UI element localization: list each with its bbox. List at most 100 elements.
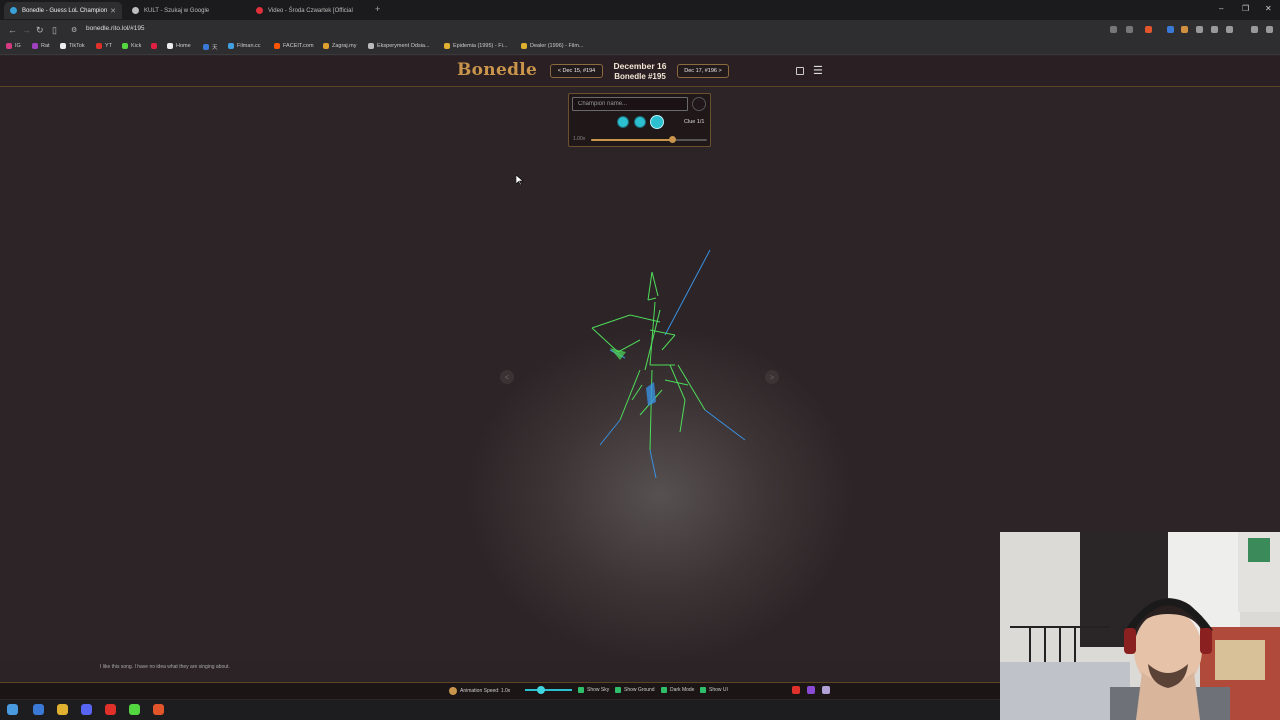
submit-guess-button[interactable]	[692, 97, 706, 111]
bone	[651, 271, 659, 297]
show-sky-toggle[interactable]: Show Sky	[578, 687, 609, 693]
speed-slider-thumb[interactable]	[669, 136, 676, 143]
bookmark-page-icon[interactable]: ▯	[52, 25, 57, 35]
webcam-image	[1000, 532, 1280, 720]
brave-taskbar-icon[interactable]	[153, 704, 164, 715]
bone	[664, 249, 711, 336]
window-close-icon[interactable]: ✕	[1265, 4, 1272, 13]
chrome-icon[interactable]	[57, 704, 68, 715]
extensions-icon[interactable]	[1196, 26, 1203, 33]
webcam-feed	[1000, 532, 1280, 720]
animation-speed-thumb[interactable]	[537, 686, 545, 694]
youtube-icon[interactable]	[792, 686, 800, 694]
browser-menu-icon[interactable]	[1266, 26, 1273, 33]
chat-overlay: I like this song. I have no idea what th…	[0, 662, 1000, 682]
grid-icon[interactable]	[796, 67, 804, 75]
clue-dot-1[interactable]	[617, 116, 629, 128]
google-favicon-icon	[132, 7, 139, 14]
reload-icon[interactable]: ↻	[36, 25, 44, 35]
restore-icon[interactable]: ❐	[1242, 4, 1249, 13]
bookmark-epidemia[interactable]: Epidemia (1995) - Fi...	[444, 43, 507, 49]
bookmark-home[interactable]: Home	[167, 43, 191, 49]
rotate-left-button[interactable]: <	[500, 370, 514, 384]
new-tab-button[interactable]: +	[375, 4, 380, 14]
bookmark-faceit[interactable]: FACEIT.com	[274, 43, 314, 49]
tab-google-search[interactable]: KULT - Szukaj w Google	[126, 2, 246, 19]
prev-day-button[interactable]: < Dec 15, #194	[550, 64, 603, 78]
tiktok-icon	[60, 43, 66, 49]
address-bar[interactable]: bonedle.rito.lol/#195	[86, 25, 145, 32]
site-info-icon[interactable]: ⚙	[71, 26, 77, 36]
checkbox-checked-icon	[661, 687, 667, 693]
bookmark-rat[interactable]: Rat	[32, 43, 50, 49]
checkbox-checked-icon	[578, 687, 584, 693]
twitch-icon[interactable]	[807, 686, 815, 694]
champion-skeleton-model[interactable]	[580, 240, 760, 490]
forward-icon[interactable]: →	[22, 25, 31, 35]
film-icon	[521, 43, 527, 49]
tab-bonedle[interactable]: Bonedle - Guess LoL Champion ✕	[4, 2, 122, 19]
hamburger-menu-icon[interactable]: ☰	[813, 66, 823, 77]
close-tab-icon[interactable]: ✕	[110, 7, 116, 15]
back-icon[interactable]: ←	[8, 25, 17, 35]
tab-youtube-video[interactable]: Video - Środa Czwartek [Official	[250, 2, 368, 19]
bone	[649, 449, 657, 479]
checkbox-checked-icon	[615, 687, 621, 693]
checkbox-checked-icon	[700, 687, 706, 693]
red-bookmark-icon	[151, 43, 157, 49]
bookmark-red[interactable]	[151, 43, 160, 49]
minimize-icon[interactable]: –	[1219, 4, 1223, 13]
youtube-favicon-icon	[256, 7, 263, 14]
tian-icon	[203, 44, 209, 50]
browser-tab-bar: Bonedle - Guess LoL Champion ✕ KULT - Sz…	[0, 0, 1280, 20]
bookmark-zagraj[interactable]: Zagraj.my	[323, 43, 356, 49]
show-ground-toggle[interactable]: Show Ground	[615, 687, 655, 693]
bookmark-filman[interactable]: Filman.cc	[228, 43, 261, 49]
tab-title: Bonedle - Guess LoL Champion	[22, 7, 108, 14]
clue-counter: Clue 1/1	[684, 119, 705, 125]
puzzle-number: Bonedle #195	[614, 72, 666, 81]
clue-dot-3[interactable]	[650, 115, 664, 129]
taskbar-app-icon[interactable]	[105, 704, 116, 715]
youtube-icon	[96, 43, 102, 49]
show-ui-toggle[interactable]: Show UI	[700, 687, 728, 693]
animation-speed-slider[interactable]	[525, 689, 572, 691]
link-icon[interactable]	[1226, 26, 1233, 33]
champion-name-input[interactable]	[572, 97, 688, 111]
windows-start-icon[interactable]	[7, 704, 18, 715]
bone	[677, 364, 706, 411]
bone	[619, 369, 641, 421]
bookmark-tiktok[interactable]: TikTok	[60, 43, 85, 49]
bone-joint	[646, 382, 656, 406]
discord-taskbar-icon[interactable]	[81, 704, 92, 715]
next-day-button[interactable]: Dec 17, #196 >	[677, 64, 729, 78]
share-icon[interactable]	[1126, 26, 1133, 33]
taskbar-app-icon[interactable]	[129, 704, 140, 715]
animation-icon	[449, 687, 457, 695]
discord-icon[interactable]	[822, 686, 830, 694]
downloads-icon[interactable]	[1211, 26, 1218, 33]
bone	[647, 297, 657, 301]
bookmark-kick[interactable]: Kick	[122, 43, 141, 49]
film-icon	[444, 43, 450, 49]
bookmark-tian[interactable]: 天	[203, 43, 218, 51]
translate-icon[interactable]	[1110, 26, 1117, 33]
bone	[591, 327, 619, 353]
sidebar-icon[interactable]	[1251, 26, 1258, 33]
dark-mode-toggle[interactable]: Dark Mode	[661, 687, 694, 693]
bonedle-logo[interactable]: Bonedle	[457, 60, 537, 80]
bone	[661, 334, 676, 351]
clue-dot-2[interactable]	[634, 116, 646, 128]
bookmark-ig[interactable]: IG	[6, 43, 21, 49]
extension-blue-icon[interactable]	[1167, 26, 1174, 33]
brave-shields-icon[interactable]	[1145, 26, 1152, 33]
speed-value: 1.00x	[573, 136, 586, 142]
bone	[649, 369, 653, 451]
bookmark-eksperyment[interactable]: Eksperyment Odsia...	[368, 43, 430, 49]
taskbar-app-icon[interactable]	[33, 704, 44, 715]
rotate-right-button[interactable]: >	[765, 370, 779, 384]
bookmark-dealer[interactable]: Dealer (1996) - Film...	[521, 43, 584, 49]
extension-orange-icon[interactable]	[1181, 26, 1188, 33]
bookmark-yt[interactable]: YT	[96, 43, 112, 49]
bone	[704, 409, 746, 441]
